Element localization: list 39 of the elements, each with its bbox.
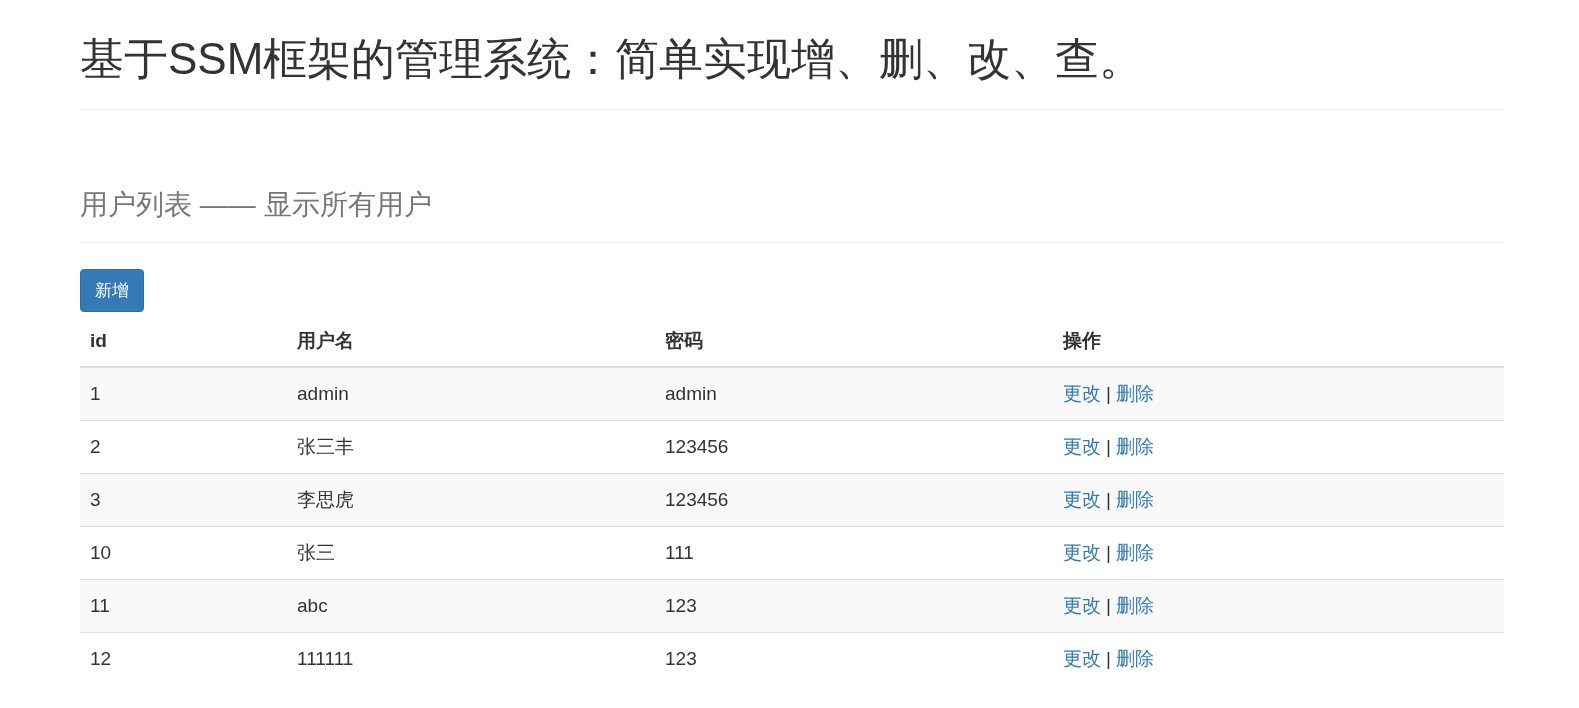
section-title: 用户列表 —— 显示所有用户: [80, 110, 1504, 243]
edit-link[interactable]: 更改: [1063, 436, 1101, 457]
table-cell: 123456: [655, 473, 1053, 527]
edit-link[interactable]: 更改: [1063, 489, 1101, 510]
table-cell: 李思虎: [287, 473, 655, 527]
delete-link[interactable]: 删除: [1115, 489, 1154, 510]
edit-link[interactable]: 更改: [1063, 383, 1101, 404]
table-cell: 11: [80, 579, 287, 633]
separator: |: [1106, 542, 1111, 563]
separator: |: [1106, 489, 1111, 510]
separator: |: [1106, 648, 1111, 669]
separator: |: [1106, 383, 1111, 404]
table-cell: 张三: [287, 526, 655, 580]
delete-link[interactable]: 删除: [1115, 542, 1154, 563]
page-title: 基于SSM框架的管理系统：简单实现增、删、改、查。: [80, 0, 1504, 110]
delete-link[interactable]: 删除: [1115, 383, 1154, 404]
table-cell: 111111: [287, 632, 655, 685]
table-cell: 张三丰: [287, 420, 655, 474]
delete-link[interactable]: 删除: [1115, 436, 1154, 457]
table-cell: 123: [655, 579, 1053, 633]
table-cell: 12: [80, 632, 287, 685]
table-cell: abc: [287, 579, 655, 633]
table-cell: admin: [655, 367, 1053, 421]
table-cell: 2: [80, 420, 287, 474]
delete-link[interactable]: 删除: [1115, 595, 1154, 616]
table-cell: admin: [287, 367, 655, 421]
table-cell: 111: [655, 526, 1053, 580]
separator: |: [1106, 595, 1111, 616]
add-button[interactable]: 新增: [80, 269, 144, 312]
delete-link[interactable]: 删除: [1115, 648, 1154, 669]
edit-link[interactable]: 更改: [1063, 542, 1101, 563]
table-cell: 3: [80, 473, 287, 527]
table-cell: 123: [655, 632, 1053, 685]
separator: |: [1106, 436, 1111, 457]
edit-link[interactable]: 更改: [1063, 648, 1101, 669]
table-cell: 123456: [655, 420, 1053, 474]
table-cell: 1: [80, 367, 287, 421]
table-cell: 10: [80, 526, 287, 580]
edit-link[interactable]: 更改: [1063, 595, 1101, 616]
